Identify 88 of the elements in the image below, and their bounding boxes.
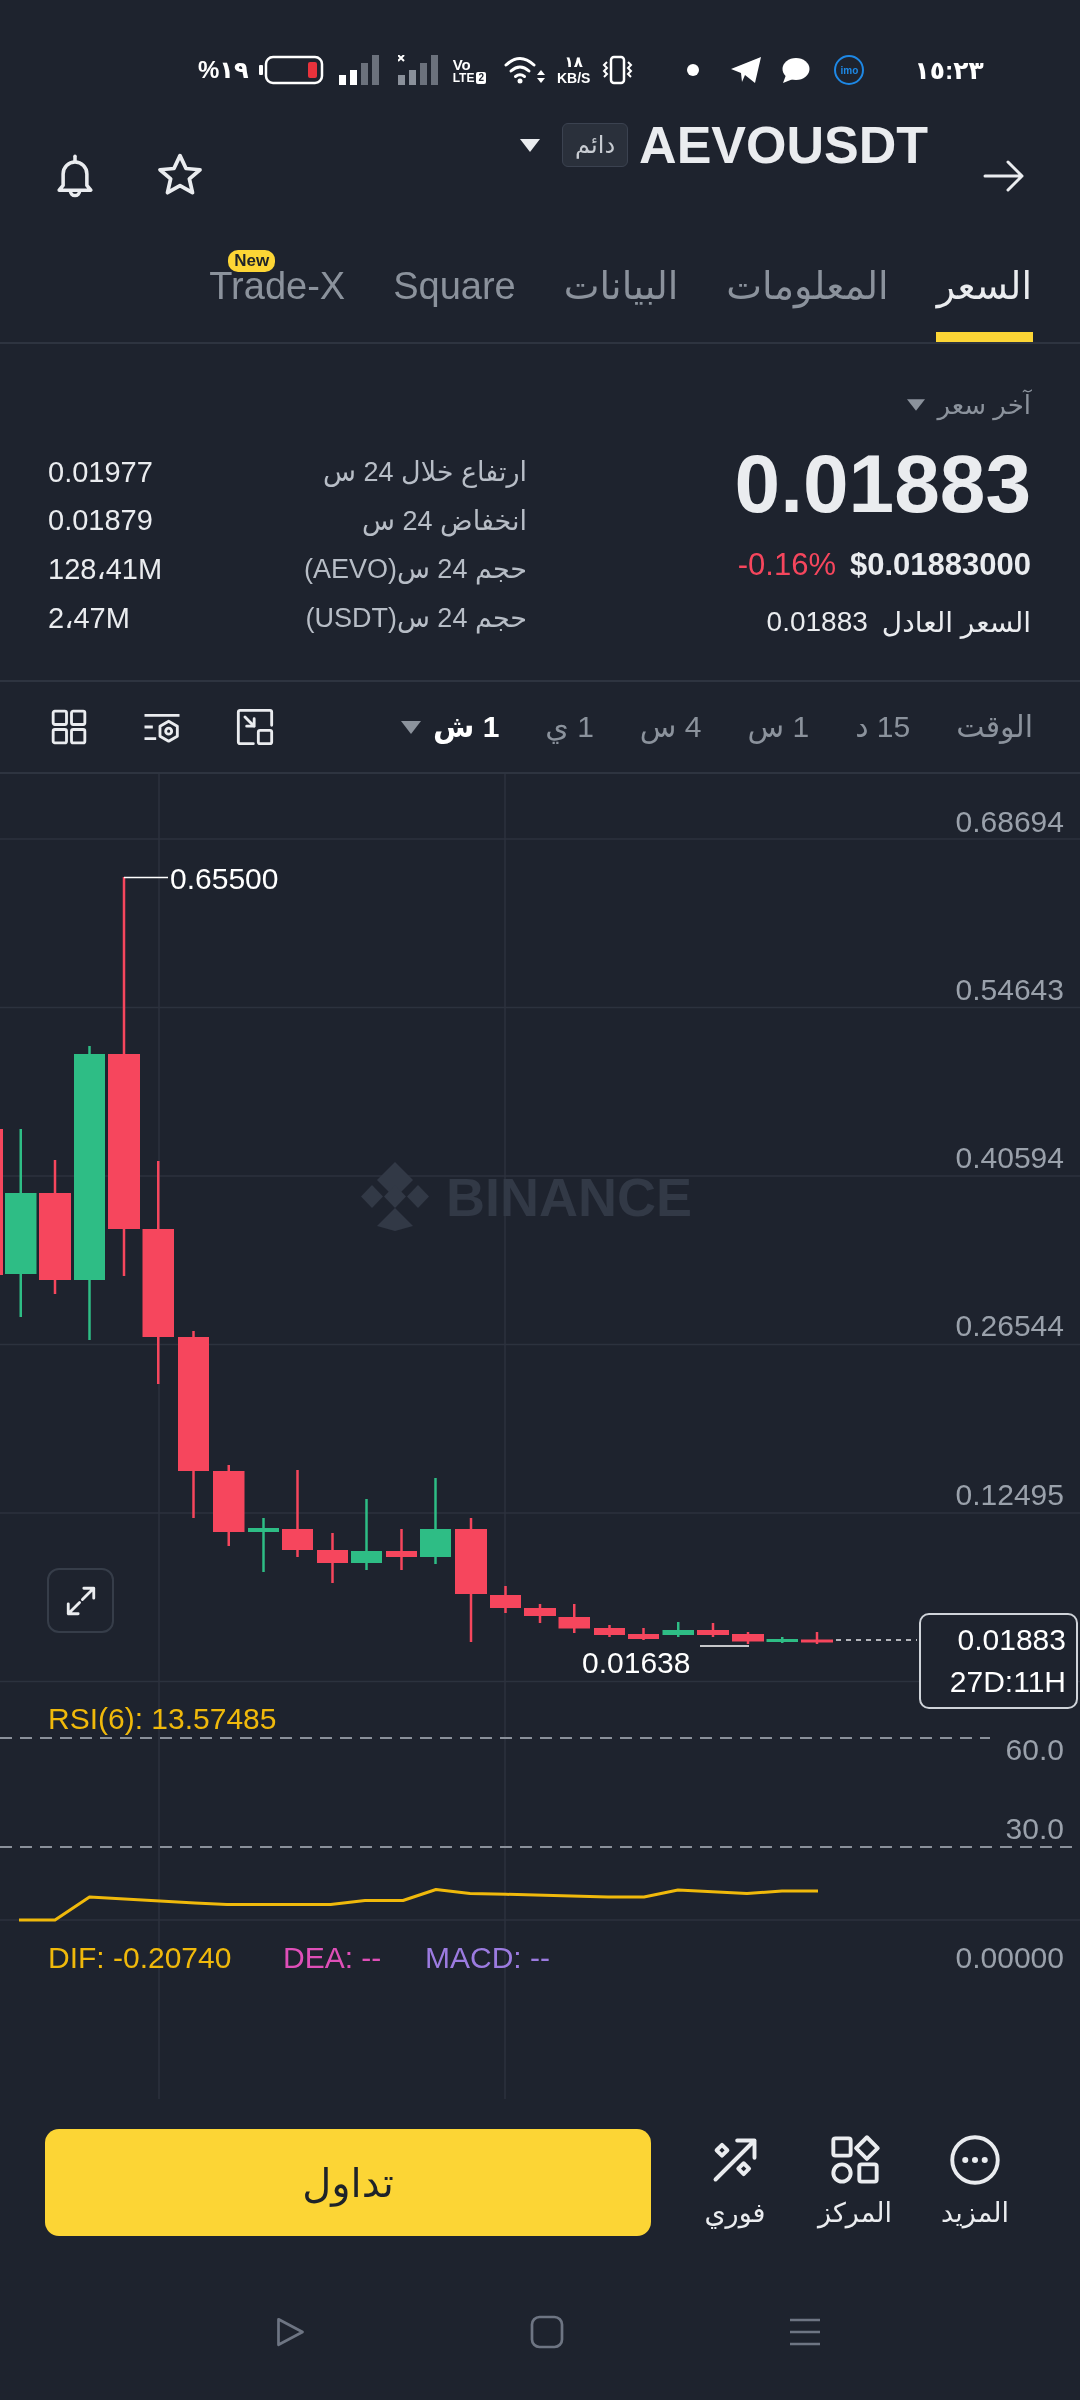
rsi-axis-label: 30.0	[1005, 1811, 1064, 1845]
battery-icon	[258, 55, 324, 85]
fair-price-value: 0.01883	[766, 606, 868, 638]
more-button[interactable]: المزيد	[925, 2129, 1025, 2231]
vibrate-icon	[602, 55, 634, 85]
price-type-dropdown[interactable]: آخر سعر	[907, 385, 1031, 425]
pair-title[interactable]: AEVOUSDT	[639, 117, 928, 173]
macd-label: MACD: --	[425, 1940, 550, 1974]
contract-badge: دائم	[562, 123, 629, 167]
falling-candle	[558, 1604, 590, 1633]
caret-down-icon[interactable]	[520, 138, 541, 152]
macd-axis-label: 0.00000	[955, 1940, 1064, 1974]
shapes-icon	[829, 2134, 881, 2186]
falling-candle	[594, 1625, 625, 1637]
tab[interactable]: Trade-X New	[208, 230, 347, 342]
trade-button[interactable]: تداول	[45, 2129, 651, 2236]
notification-dot-icon	[687, 64, 700, 76]
new-badge: New	[228, 250, 276, 272]
falling-candle	[490, 1586, 521, 1613]
stat-value: 2،47M	[48, 600, 130, 635]
falling-candle	[524, 1604, 556, 1623]
price-axis-label: 0.26544	[955, 1309, 1064, 1343]
stat-label: انخفاض 24 س	[362, 504, 527, 537]
rising-candle	[662, 1622, 694, 1637]
signal-icon	[397, 55, 439, 85]
grid-icon[interactable]	[49, 707, 89, 747]
stat-label: ارتفاع خلال 24 س	[323, 456, 527, 489]
high-price-label: 0.65500	[170, 861, 279, 895]
arrow-right-icon[interactable]	[982, 158, 1026, 194]
leader-line	[699, 1645, 750, 1647]
resize-icon[interactable]	[235, 707, 275, 747]
more-icon	[949, 2134, 1001, 2186]
stat-value: 0.01879	[48, 504, 153, 538]
falling-candle	[801, 1632, 833, 1644]
current-price-label: 0.01883	[957, 1622, 1066, 1658]
wifi-icon	[503, 55, 546, 85]
price-axis-label: 0.12495	[955, 1477, 1064, 1511]
low-price-label: 0.01638	[582, 1645, 691, 1679]
price-axis-label: 0.54643	[955, 972, 1064, 1006]
macd-label: DIF: -0.20740	[48, 1940, 232, 1974]
rising-candle	[766, 1637, 798, 1643]
rsi-axis-label: 60.0	[1005, 1732, 1064, 1766]
macd-label: DEA: --	[283, 1940, 382, 1974]
countdown-label: 27D:11H	[949, 1664, 1066, 1700]
timeframe-tab[interactable]: الوقت	[956, 707, 1033, 747]
lte-label: LTE	[452, 71, 475, 84]
stat-label: حجم 24 س(AEVO)	[303, 553, 527, 586]
rsi-label: RSI(6): 13.57485	[48, 1701, 277, 1735]
last-price: 0.01883	[734, 439, 1031, 529]
tab[interactable]: Square	[392, 230, 517, 342]
falling-candle	[628, 1628, 659, 1640]
signal-icon	[338, 55, 381, 85]
falling-candle	[732, 1632, 764, 1644]
timeframe-tab[interactable]: 1 ي	[545, 707, 594, 747]
chat-bubble-icon	[781, 56, 811, 84]
tab[interactable]: السعر	[935, 230, 1033, 342]
tab[interactable]: البيانات	[562, 230, 680, 342]
timeframe-tab[interactable]: 15 د	[855, 707, 911, 747]
price-axis-label: 0.40594	[955, 1141, 1064, 1175]
price-change: -0.16%	[737, 547, 836, 583]
timeframe-tab[interactable]: 1 س	[747, 707, 810, 747]
instant-button[interactable]: فوري	[685, 2129, 785, 2231]
falling-candle	[317, 1533, 348, 1583]
price-axis-label: 0.68694	[955, 804, 1064, 838]
rising-candle	[351, 1499, 382, 1570]
usd-price: $0.01883000	[849, 547, 1031, 583]
falling-candle	[697, 1623, 729, 1637]
network-speed: ١٨	[564, 54, 583, 70]
leader-line	[123, 876, 169, 879]
sim-badge: 2	[476, 71, 486, 84]
hub-button[interactable]: المركز	[805, 2129, 905, 2231]
stat-label: حجم 24 س(USDT)	[305, 601, 527, 634]
falling-candle	[386, 1529, 417, 1570]
timeframe-tab[interactable]: 1 ش	[400, 707, 500, 747]
paper-plane-icon	[730, 56, 763, 84]
fair-price-label: السعر العادل	[881, 605, 1031, 639]
timeframe-tab[interactable]: 4 س	[639, 707, 702, 747]
expand-button[interactable]	[47, 1568, 114, 1633]
rising-candle	[248, 1518, 279, 1572]
clock: ١٥:٢٣	[914, 55, 984, 85]
speed-unit: KB/S	[557, 70, 591, 86]
tab[interactable]: المعلومات	[725, 230, 890, 342]
stat-value: 0.01977	[48, 455, 153, 489]
stat-value: 128،41M	[48, 552, 163, 587]
home-icon[interactable]	[529, 2314, 565, 2350]
volte-label: Vo	[452, 56, 471, 72]
app-badge: imo	[834, 55, 865, 85]
battery-percent: %١٩	[198, 55, 249, 85]
